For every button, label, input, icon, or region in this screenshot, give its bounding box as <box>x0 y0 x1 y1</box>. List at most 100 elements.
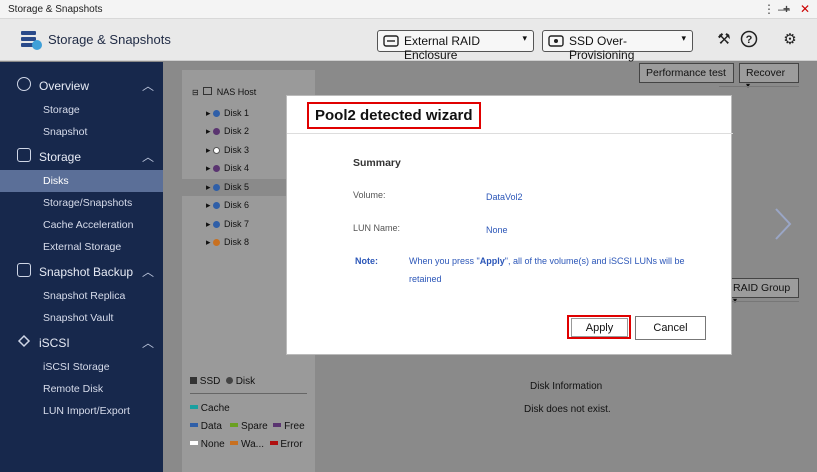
tree-disk-3[interactable]: ▸ Disk 3 <box>206 145 249 156</box>
sidebar-item-label: LUN Import/Export <box>43 405 130 417</box>
sidebar-item-lun-import-export[interactable]: LUN Import/Export <box>0 400 163 422</box>
external-raid-enclosure-select[interactable]: External RAID Enclosure ▾ <box>377 30 534 62</box>
disk-status-dot <box>213 202 221 209</box>
maximize-icon[interactable]: + <box>783 2 790 16</box>
disk-status-dot <box>213 110 221 117</box>
cancel-button[interactable]: Cancel <box>635 316 706 340</box>
disk-status-dot <box>213 221 221 228</box>
sidebar-item-snapshot-replica[interactable]: Snapshot Replica <box>0 285 163 307</box>
sidebar-section-storage[interactable]: Storage ︿ <box>0 145 163 169</box>
sidebar-item-snapshot[interactable]: Snapshot <box>0 121 163 143</box>
tree-disk-1[interactable]: ▸ Disk 1 <box>206 108 249 119</box>
sidebar-section-label: iSCSI <box>39 336 70 350</box>
recover-button[interactable]: Recover ▾ <box>739 63 799 90</box>
chevron-up-icon: ︿ <box>141 336 154 350</box>
app-header: Storage & Snapshots External RAID Enclos… <box>0 19 817 62</box>
recover-button-label: Recover <box>746 67 786 79</box>
tree-disk-8[interactable]: ▸ Disk 8 <box>206 237 249 248</box>
chevron-down-icon: ▾ <box>681 33 686 43</box>
disk-legend-icon <box>225 377 233 384</box>
legend-label: Wa... <box>241 439 264 450</box>
nas-host-icon <box>203 87 213 95</box>
sidebar-item-storage-snapshots[interactable]: Storage/Snapshots <box>0 192 163 214</box>
sidebar-item-cache-acceleration[interactable]: Cache Acceleration <box>0 214 163 236</box>
tools-icon[interactable]: ⚒ <box>714 30 734 50</box>
sidebar-section-label: Storage <box>39 150 82 164</box>
wizard-dialog: Pool2 detected wizard Summary Volume: Da… <box>286 95 733 355</box>
legend-swatch <box>190 423 198 427</box>
disk-label: Disk 1 <box>224 108 250 118</box>
collapse-icon: ⊟ <box>192 88 199 97</box>
disk-status-dot <box>213 165 221 172</box>
apply-button[interactable]: Apply <box>571 318 628 337</box>
sidebar-item-label: Snapshot Vault <box>43 312 114 324</box>
sidebar-item-label: Storage/Snapshots <box>43 197 133 209</box>
legend-label: Spare <box>241 421 268 432</box>
sidebar-section-snapshot-backup[interactable]: Snapshot Backup ︿ <box>0 260 163 284</box>
disk-label: Disk 7 <box>224 219 250 229</box>
ssd-legend-icon <box>190 377 197 384</box>
volume-label: Volume: <box>353 190 386 200</box>
legend-label: Cache <box>200 403 230 414</box>
sidebar-item-storage[interactable]: Storage <box>0 99 163 121</box>
sidebar-item-label: External Storage <box>43 241 122 253</box>
disk-status-dot <box>213 147 221 154</box>
close-icon[interactable]: ✕ <box>800 2 810 16</box>
sidebar-item-snapshot-vault[interactable]: Snapshot Vault <box>0 307 163 329</box>
legend-swatch <box>230 423 239 427</box>
sidebar-item-remote-disk[interactable]: Remote Disk <box>0 378 163 400</box>
performance-test-button[interactable]: Performance test <box>639 63 734 83</box>
chevron-up-icon: ︿ <box>141 150 154 164</box>
sidebar-section-iscsi[interactable]: iSCSI ︿ <box>0 331 163 355</box>
sidebar: Overview ︿ Storage Snapshot Storage ︿ Di… <box>0 62 163 472</box>
disk-label: Disk 8 <box>224 237 250 247</box>
sidebar-item-external-storage[interactable]: External Storage <box>0 236 163 258</box>
sidebar-item-label: Storage <box>43 104 80 116</box>
raid-group-label: RAID Group <box>733 282 791 294</box>
legend-swatch <box>190 441 198 445</box>
legend-row-1: Cache <box>190 403 230 414</box>
legend-row-3: None Wa... Error <box>190 439 303 450</box>
divider <box>729 301 799 302</box>
tree-root[interactable]: ⊟ NAS Host <box>192 87 256 97</box>
tree-disk-7[interactable]: ▸ Disk 7 <box>206 219 249 230</box>
summary-heading: Summary <box>353 157 401 169</box>
dialog-title: Pool2 detected wizard <box>307 102 481 129</box>
sidebar-section-label: Snapshot Backup <box>39 265 134 279</box>
snapshot-backup-icon <box>17 263 31 277</box>
iscsi-icon <box>17 334 31 348</box>
tree-disk-5[interactable]: ▸ Disk 5 <box>206 182 249 193</box>
settings-icon[interactable]: ⚙ <box>780 30 800 50</box>
more-icon[interactable]: ⋮ <box>763 2 775 16</box>
sidebar-section-overview[interactable]: Overview ︿ <box>0 74 163 98</box>
tree-disk-6[interactable]: ▸ Disk 6 <box>206 200 249 211</box>
help-icon[interactable]: ? <box>739 30 759 50</box>
storage-icon <box>17 148 31 162</box>
sidebar-item-iscsi-storage[interactable]: iSCSI Storage <box>0 356 163 378</box>
sidebar-item-disks[interactable]: Disks <box>0 170 163 192</box>
next-arrow-icon[interactable] <box>772 206 794 242</box>
legend-label: Disk <box>235 376 256 387</box>
tree-disk-2[interactable]: ▸ Disk 2 <box>206 126 249 137</box>
ssd-over-provisioning-select[interactable]: SSD Over-Provisioning ▾ <box>542 30 693 62</box>
lun-name-label: LUN Name: <box>353 223 401 233</box>
chevron-up-icon: ︿ <box>141 79 154 93</box>
note-text-bold: Apply <box>479 256 505 266</box>
legend-swatch <box>230 441 239 445</box>
legend-swatch <box>190 405 198 409</box>
svg-text:?: ? <box>746 34 753 46</box>
lun-name-value: None <box>486 225 508 235</box>
app-title: Storage & Snapshots <box>48 32 171 47</box>
disk-status-dot <box>213 184 221 191</box>
chevron-down-icon: ▾ <box>522 33 527 43</box>
sidebar-item-label: Snapshot Replica <box>43 290 126 302</box>
legend-swatch <box>269 441 278 445</box>
app-logo-icon <box>21 31 42 50</box>
disk-status-dot <box>213 239 221 246</box>
raid-group-button[interactable]: RAID Group ▾ <box>729 278 799 305</box>
disk-label: Disk 4 <box>224 163 250 173</box>
tree-disk-4[interactable]: ▸ Disk 4 <box>206 163 249 174</box>
dialog-divider <box>287 133 733 134</box>
legend-swatch <box>273 423 282 427</box>
sidebar-section-label: Overview <box>39 79 90 93</box>
